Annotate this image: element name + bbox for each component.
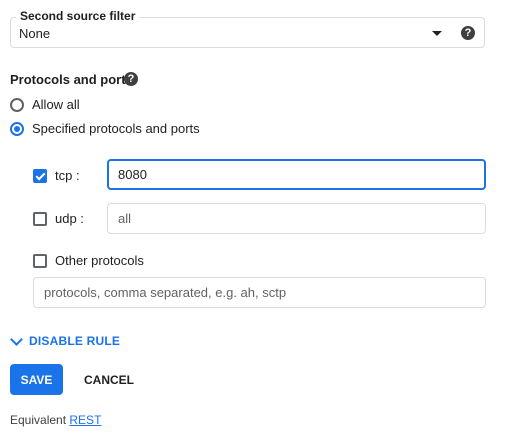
other-protocols-checkbox[interactable]: [33, 253, 47, 268]
disable-rule-label: DISABLE RULE: [29, 334, 121, 348]
cancel-button[interactable]: CANCEL: [74, 364, 144, 395]
radio-allow-all-label: Allow all: [32, 97, 80, 112]
udp-label: udp :: [55, 211, 84, 226]
protocols-ports-title: Protocols and ports: [10, 72, 133, 87]
save-button[interactable]: SAVE: [10, 364, 63, 395]
other-protocols-checkbox-row[interactable]: Other protocols: [33, 253, 144, 268]
radio-allow-all[interactable]: Allow all: [10, 97, 80, 112]
help-icon[interactable]: ?: [461, 26, 475, 40]
radio-specified-protocols[interactable]: Specified protocols and ports: [10, 121, 200, 136]
radio-selected-icon[interactable]: [10, 121, 24, 136]
tcp-ports-input[interactable]: [107, 159, 486, 190]
udp-checkbox[interactable]: [33, 211, 47, 226]
udp-checkbox-row[interactable]: udp :: [33, 211, 84, 226]
second-source-filter-label: Second source filter: [16, 9, 140, 23]
other-protocols-label: Other protocols: [55, 253, 144, 268]
radio-unselected-icon[interactable]: [10, 97, 24, 112]
equivalent-text: Equivalent: [10, 413, 67, 427]
equivalent-rest: Equivalent REST: [10, 413, 101, 427]
protocols-help-icon[interactable]: ?: [124, 72, 138, 86]
disable-rule-toggle[interactable]: DISABLE RULE: [10, 333, 121, 348]
tcp-checkbox-row[interactable]: tcp :: [33, 168, 80, 183]
rest-link[interactable]: REST: [69, 413, 101, 427]
firewall-rule-form: None ? Second source filter Protocols an…: [0, 0, 523, 438]
udp-ports-input[interactable]: [107, 203, 486, 234]
tcp-checkbox[interactable]: [33, 168, 47, 183]
radio-specified-label: Specified protocols and ports: [32, 121, 200, 136]
tcp-label: tcp :: [55, 168, 80, 183]
dropdown-arrow-icon: [432, 31, 442, 36]
second-source-filter-value: None: [19, 26, 51, 41]
chevron-down-icon: [10, 333, 23, 346]
other-protocols-input[interactable]: [33, 277, 486, 308]
